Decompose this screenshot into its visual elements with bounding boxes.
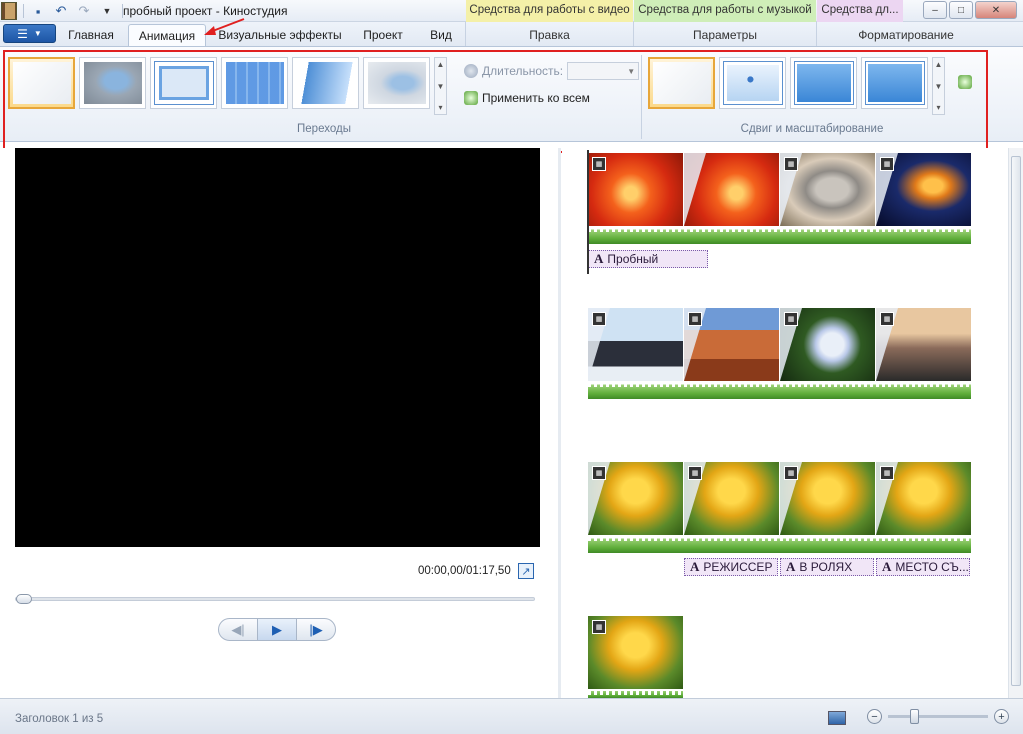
save-icon[interactable]: ▪ [29, 2, 47, 20]
redo-icon[interactable]: ↷ [75, 2, 93, 20]
text-icon: A [786, 559, 796, 574]
clip-type-icon: ▦ [880, 466, 894, 480]
zoom-slider-handle[interactable] [910, 709, 919, 724]
audio-track[interactable] [588, 381, 971, 399]
previous-frame-button[interactable]: ◀| [219, 619, 257, 640]
clip-type-icon: ▦ [784, 157, 798, 171]
playhead[interactable] [587, 150, 589, 274]
context-header-music-tools: Средства для работы с музыкой [634, 0, 816, 22]
caption-clip[interactable]: A Пробный [588, 250, 708, 268]
highlight-frame [3, 50, 988, 153]
zoom-out-button[interactable]: − [867, 709, 882, 724]
clip-thumbnail[interactable]: ▦ [684, 462, 779, 535]
context-header-video-tools: Средства для работы с видео [466, 0, 633, 22]
window-controls: – □ ✕ [923, 1, 1017, 19]
clip-type-icon: ▦ [592, 312, 606, 326]
preview-pane: 00:00,00/01:17,50 ↗ ◀| ▶ |▶ [0, 148, 558, 698]
audio-track[interactable] [588, 689, 683, 698]
tab-view[interactable]: Вид [420, 24, 462, 46]
next-frame-button[interactable]: |▶ [297, 619, 335, 640]
tab-options[interactable]: Параметры [634, 24, 816, 44]
tab-project[interactable]: Проект [352, 24, 414, 46]
divider [23, 4, 24, 18]
storyboard-scrollbar[interactable] [1008, 148, 1023, 698]
app-icon[interactable] [1, 2, 17, 20]
fullscreen-button[interactable]: ↗ [518, 563, 534, 579]
customize-qat-icon[interactable]: ▼ [98, 2, 116, 20]
title-bar: ▪ ↶ ↷ ▼ пробный проект - Киностудия Сред… [0, 0, 1023, 22]
thumbnail-size-icon[interactable] [828, 711, 846, 725]
audio-track[interactable] [588, 535, 971, 553]
maximize-button[interactable]: □ [949, 1, 973, 19]
tab-home[interactable]: Главная [60, 24, 122, 46]
zoom-in-button[interactable]: + [994, 709, 1009, 724]
clip-thumbnail[interactable]: ▦ [876, 308, 971, 381]
close-button[interactable]: ✕ [975, 1, 1017, 19]
chevron-down-icon: ▼ [33, 29, 42, 38]
status-bar: Заголовок 1 из 5 − + [0, 698, 1023, 734]
play-button[interactable]: ▶ [257, 619, 297, 640]
audio-track[interactable] [588, 226, 971, 244]
minimize-button[interactable]: – [923, 1, 947, 19]
zoom-control: − + [867, 709, 1009, 724]
text-icon: A [594, 251, 604, 266]
caption-label: В РОЛЯХ [799, 560, 853, 574]
clip-type-icon: ▦ [688, 312, 702, 326]
caption-clip[interactable]: A МЕСТО СЪ... [876, 558, 970, 576]
caption-label: МЕСТО СЪ... [895, 560, 969, 574]
undo-icon[interactable]: ↶ [52, 2, 70, 20]
clip-thumbnail[interactable]: ▦ [780, 153, 875, 226]
clip-thumbnail[interactable]: ▦ [684, 308, 779, 381]
clip-thumbnail[interactable]: ▦ [588, 462, 683, 535]
clip-thumbnail[interactable]: ▦ [588, 153, 683, 226]
caption-label: Пробный [607, 252, 659, 266]
clip-thumbnail[interactable]: ▦ [588, 308, 683, 381]
pane-splitter[interactable] [558, 148, 561, 698]
seek-bar[interactable] [15, 594, 535, 604]
clip-thumbnail[interactable]: ▦ [588, 616, 683, 689]
clip-type-icon: ▦ [592, 466, 606, 480]
scrollbar-thumb[interactable] [1011, 156, 1021, 686]
tab-animation[interactable]: Анимация [128, 24, 206, 46]
zoom-slider[interactable] [888, 709, 988, 724]
text-icon: A [882, 559, 892, 574]
clip-thumbnail[interactable]: ▦ [876, 153, 971, 226]
clip-thumbnail[interactable] [684, 153, 779, 226]
clip-type-icon: ▦ [880, 312, 894, 326]
clip-type-icon: ▦ [784, 466, 798, 480]
text-icon: A [690, 559, 700, 574]
quick-access-toolbar: ▪ ↶ ↷ ▼ [0, 0, 123, 22]
seek-handle[interactable] [16, 594, 32, 604]
timecode: 00:00,00/01:17,50 [418, 565, 511, 577]
clip-thumbnail[interactable]: ▦ [780, 462, 875, 535]
tab-format[interactable]: Форматирование [817, 24, 995, 44]
clip-type-icon: ▦ [688, 466, 702, 480]
clip-type-icon: ▦ [592, 157, 606, 171]
video-preview[interactable] [15, 148, 540, 547]
tab-edit[interactable]: Правка [466, 24, 633, 44]
clip-type-icon: ▦ [880, 157, 894, 171]
caption-clip[interactable]: A В РОЛЯХ [780, 558, 874, 576]
clip-type-icon: ▦ [784, 312, 798, 326]
annotation-arrow [204, 18, 245, 35]
file-menu-button[interactable]: ☰ ▼ [3, 24, 56, 43]
caption-label: РЕЖИССЕР [703, 560, 773, 574]
file-menu-icon: ☰ [17, 26, 28, 41]
context-header-text-tools: Средства дл... [817, 0, 903, 22]
clip-type-icon: ▦ [592, 620, 606, 634]
clip-thumbnail[interactable]: ▦ [876, 462, 971, 535]
caption-clip[interactable]: A РЕЖИССЕР [684, 558, 778, 576]
transition-marker [684, 153, 706, 226]
playback-controls: ◀| ▶ |▶ [218, 618, 336, 641]
ribbon-tab-row: ☰ ▼ Главная Анимация Визуальные эффекты … [0, 22, 1023, 46]
status-text: Заголовок 1 из 5 [15, 713, 104, 725]
storyboard: ▦ ▦ ▦ A Пробный ▦ ▦ ▦ ▦ ▦ ▦ ▦ ▦ A РЕЖИСС… [562, 148, 1007, 698]
expand-icon: ↗ [521, 565, 531, 578]
clip-thumbnail[interactable]: ▦ [780, 308, 875, 381]
